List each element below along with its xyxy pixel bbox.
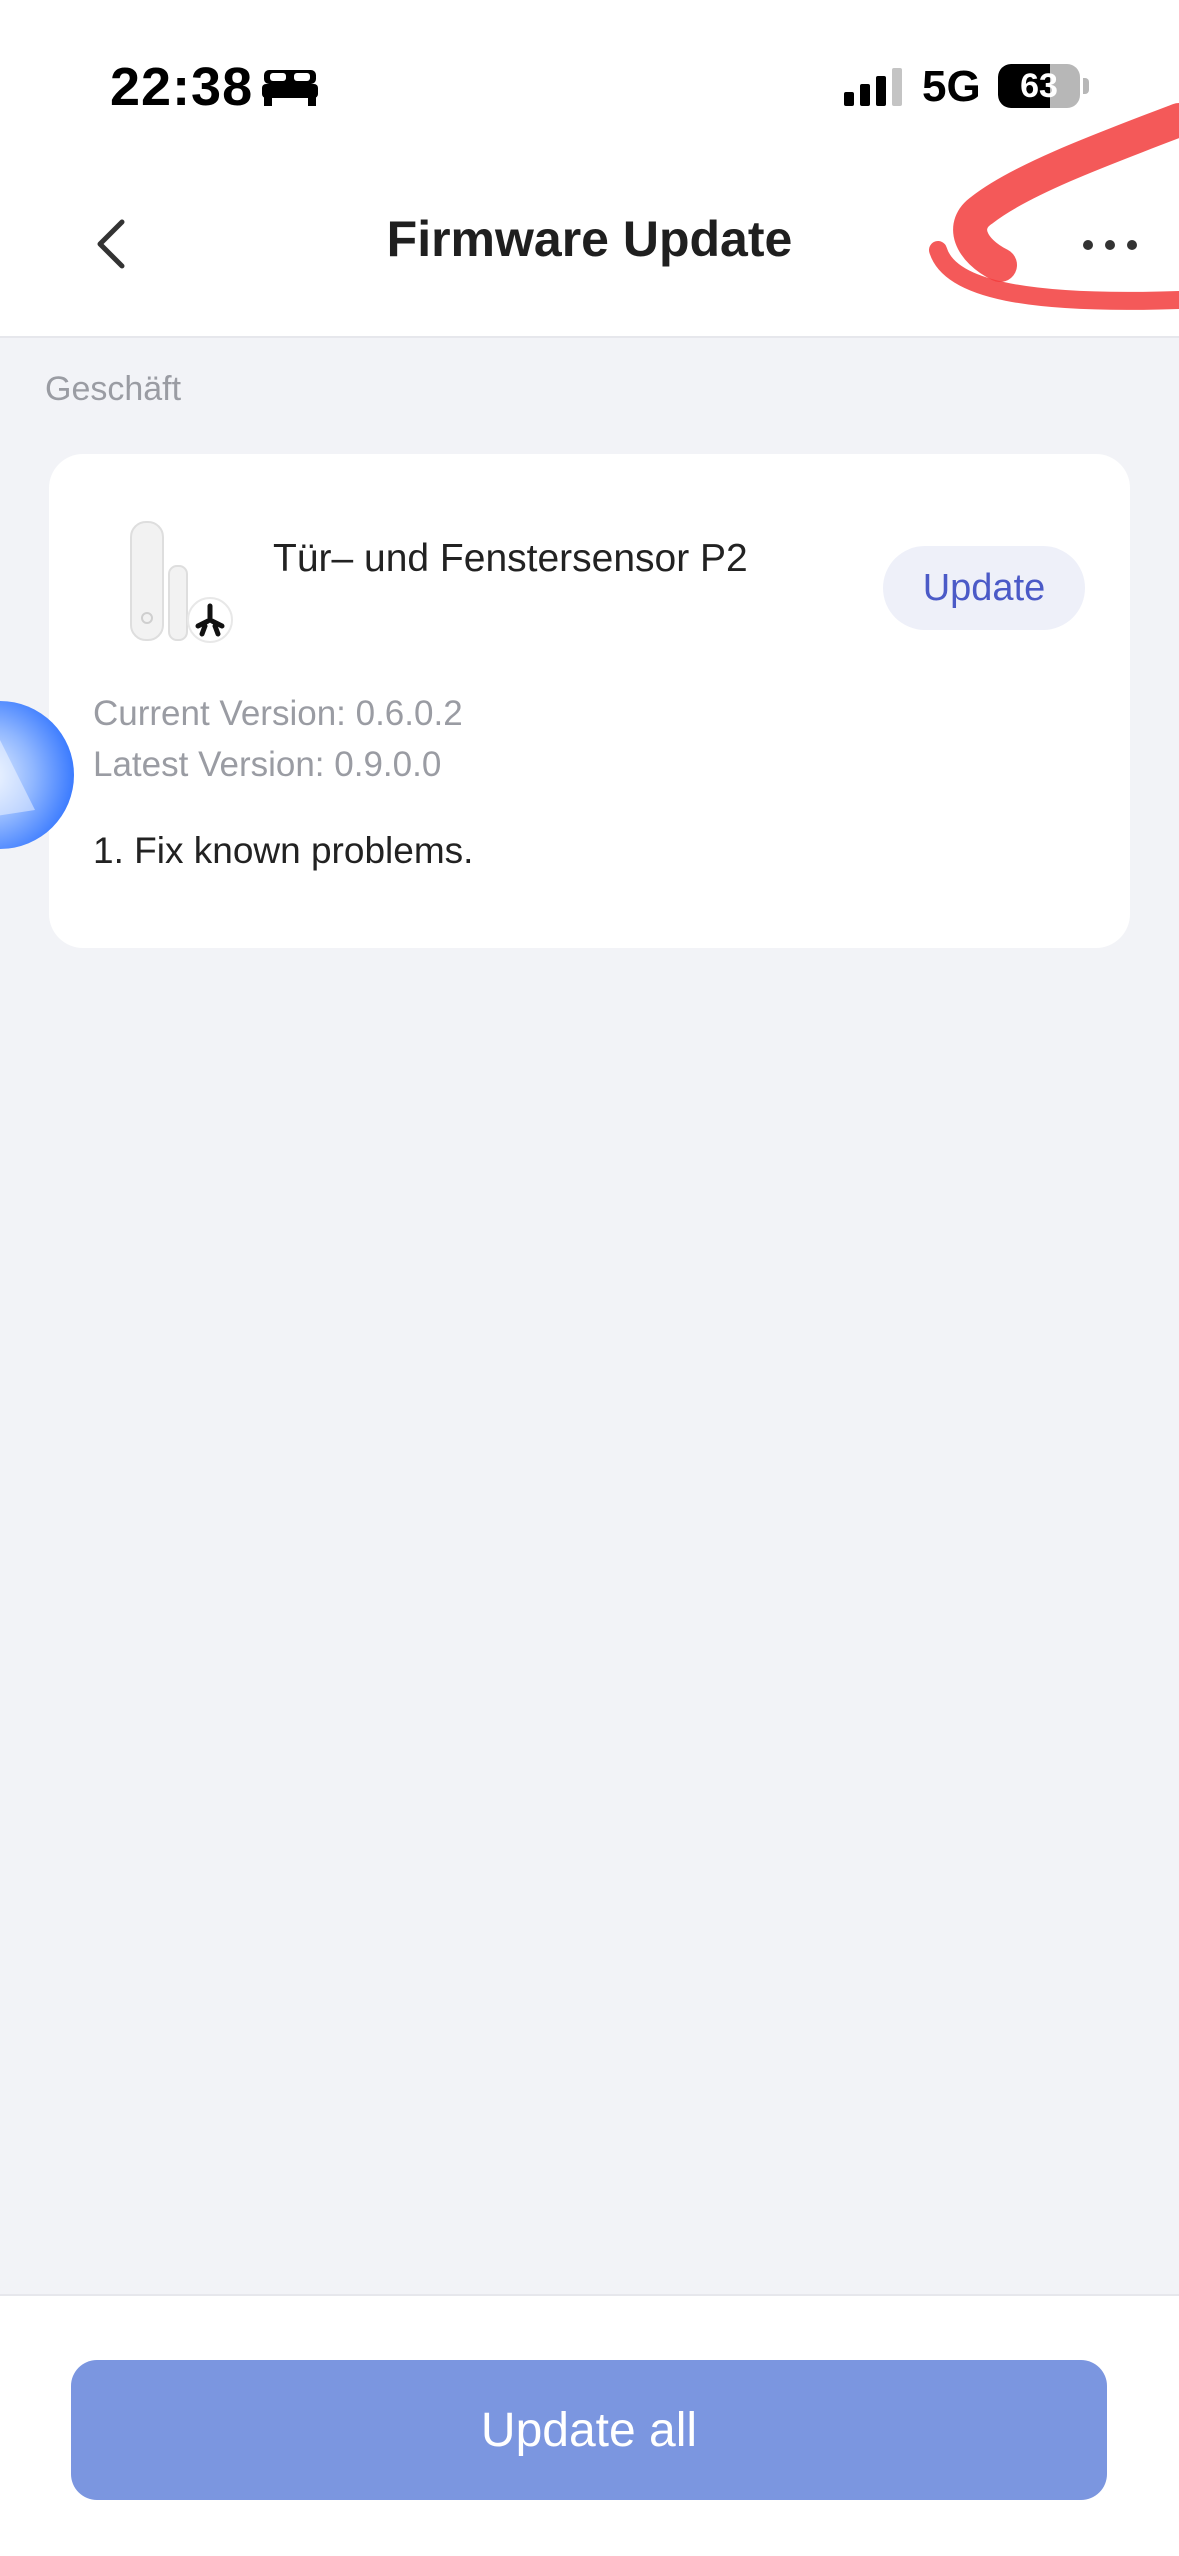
device-card: Tür– und Fenstersensor P2 Update Current…	[49, 454, 1130, 948]
section-label: Geschäft	[45, 370, 182, 408]
bed-icon	[262, 70, 318, 106]
update-button[interactable]: Update	[883, 546, 1085, 630]
matter-icon	[187, 597, 233, 643]
bottom-bar: Update all	[0, 2294, 1179, 2556]
update-all-button[interactable]: Update all	[71, 2360, 1107, 2500]
battery-nub	[1083, 78, 1089, 94]
door-window-sensor-icon	[130, 521, 233, 643]
device-name: Tür– und Fenstersensor P2	[273, 537, 748, 580]
header: 22:38 5G 63 Firmware Update	[0, 0, 1179, 338]
more-horizontal-icon[interactable]	[1070, 220, 1150, 270]
battery-percent: 63	[1020, 67, 1058, 105]
floating-assistant-icon[interactable]	[0, 700, 76, 850]
cellular-signal-icon	[844, 68, 902, 106]
network-type: 5G	[922, 62, 981, 111]
latest-version: Latest Version: 0.9.0.0	[93, 745, 442, 784]
status-time: 22:38	[110, 57, 254, 117]
changelog: 1. Fix known problems.	[93, 830, 474, 871]
page-title: Firmware Update	[386, 211, 793, 267]
current-version: Current Version: 0.6.0.2	[93, 694, 463, 733]
battery-indicator: 63	[998, 64, 1080, 108]
